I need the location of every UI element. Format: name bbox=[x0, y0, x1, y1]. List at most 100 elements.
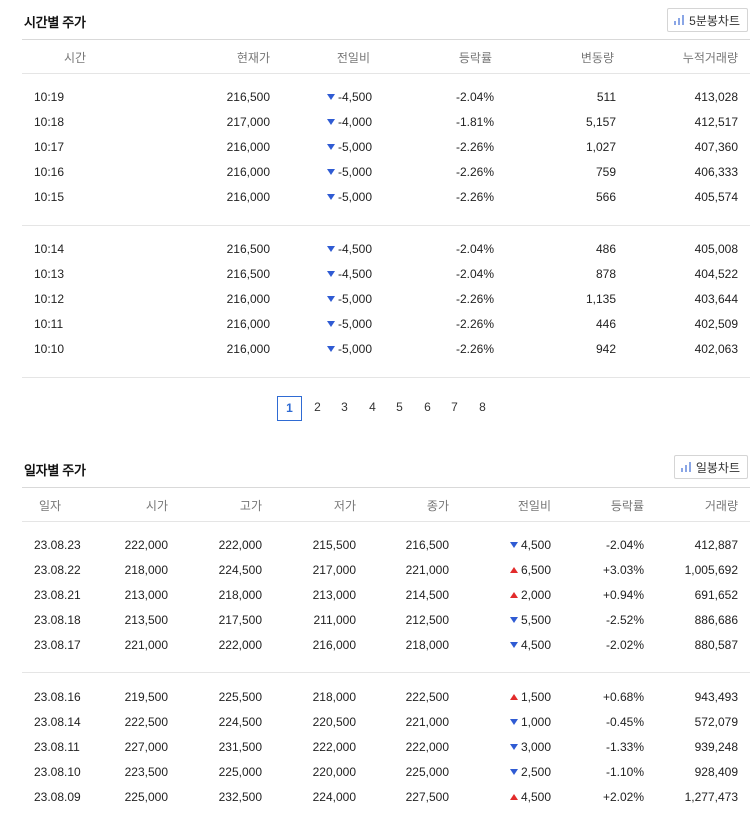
date-cell: 23.08.21 bbox=[34, 588, 81, 602]
cumulative-volume-cell: 405,574 bbox=[694, 190, 738, 204]
open-cell: 222,000 bbox=[124, 538, 168, 552]
change-cell: 6,500 bbox=[510, 563, 551, 577]
five-minute-chart-label: 5분봉차트 bbox=[689, 13, 740, 28]
cumulative-volume-cell: 405,008 bbox=[694, 242, 738, 256]
change-cell: 2,000 bbox=[510, 588, 551, 602]
cumulative-volume-cell: 412,517 bbox=[694, 115, 738, 129]
high-cell: 222,000 bbox=[218, 538, 262, 552]
open-cell: 221,000 bbox=[124, 638, 168, 652]
change-cell: 1,500 bbox=[510, 690, 551, 704]
high-cell: 218,000 bbox=[218, 588, 262, 602]
volume-cell: 880,587 bbox=[694, 638, 738, 652]
header-change: 전일비 bbox=[336, 51, 370, 65]
header-change-rate: 등락률 bbox=[458, 51, 492, 65]
cumulative-volume-cell: 407,360 bbox=[694, 140, 738, 154]
daily-chart-button[interactable]: 일봉차트 bbox=[673, 455, 748, 479]
current-price-cell: 216,000 bbox=[226, 140, 270, 154]
table-row: 23.08.09 225,000 232,500 224,000 227,500 4,50… bbox=[22, 785, 750, 810]
current-price-cell: 216,500 bbox=[226, 90, 270, 104]
change-cell: 5,500 bbox=[510, 613, 551, 627]
change-cell: -4,500 bbox=[327, 90, 372, 104]
change-rate-cell: +3.03% bbox=[602, 563, 644, 577]
header-cumulative-volume: 누적거래량 bbox=[682, 51, 738, 65]
table-row: 23.08.10 223,500 225,000 220,000 225,000 2,50… bbox=[22, 760, 750, 785]
current-price-cell: 216,500 bbox=[226, 242, 270, 256]
bar-chart-icon bbox=[680, 462, 691, 472]
change-rate-cell: +2.02% bbox=[602, 790, 644, 804]
volume-change-cell: 1,135 bbox=[585, 292, 616, 306]
high-cell: 225,000 bbox=[218, 765, 262, 779]
high-cell: 225,500 bbox=[218, 690, 262, 704]
current-price-cell: 216,000 bbox=[226, 317, 270, 331]
table-row: 23.08.18 213,500 217,500 211,000 212,500 5,50… bbox=[22, 608, 750, 633]
time-cell: 10:13 bbox=[34, 267, 65, 281]
current-price-cell: 216,000 bbox=[226, 165, 270, 179]
change-rate-cell: -2.52% bbox=[605, 613, 644, 627]
volume-change-cell: 1,027 bbox=[585, 140, 616, 154]
change-rate-cell: -2.04% bbox=[455, 90, 494, 104]
table-row: 23.08.21 213,000 218,000 213,000 214,500 2,00… bbox=[22, 583, 750, 608]
table-row: 10:13 216,500 -4,500 -2.04% 878 404,522 bbox=[22, 262, 750, 287]
page-link-7[interactable]: 7 bbox=[442, 396, 467, 421]
page-link-8[interactable]: 8 bbox=[470, 396, 495, 421]
header-date: 일자 bbox=[39, 499, 62, 513]
close-cell: 221,000 bbox=[405, 715, 449, 729]
five-minute-chart-button[interactable]: 5분봉차트 bbox=[667, 8, 748, 32]
header-change: 전일비 bbox=[517, 499, 551, 513]
change-cell: 2,500 bbox=[510, 765, 551, 779]
change-cell: 4,500 bbox=[510, 790, 551, 804]
header-time: 시간 bbox=[64, 51, 87, 65]
volume-cell: 939,248 bbox=[694, 740, 738, 754]
high-cell: 224,500 bbox=[218, 563, 262, 577]
change-rate-cell: +0.68% bbox=[602, 690, 644, 704]
daily-price-title: 일자별 주가 bbox=[24, 463, 86, 478]
page-link-3[interactable]: 3 bbox=[332, 396, 357, 421]
current-price-cell: 217,000 bbox=[226, 115, 270, 129]
change-rate-cell: -1.81% bbox=[455, 115, 494, 129]
low-cell: 222,000 bbox=[312, 740, 356, 754]
change-cell: 4,500 bbox=[510, 638, 551, 652]
daily-price-section: 일자별 주가 일봉차트 일자 시가 고가 저가 종가 전일비 등락률 거래량 23.08.23… bbox=[22, 452, 750, 815]
header-high: 고가 bbox=[239, 499, 262, 513]
volume-change-cell: 566 bbox=[595, 190, 616, 204]
current-price-cell: 216,000 bbox=[226, 190, 270, 204]
open-cell: 223,500 bbox=[124, 765, 168, 779]
time-cell: 10:18 bbox=[34, 115, 65, 129]
volume-change-cell: 446 bbox=[595, 317, 616, 331]
close-cell: 214,500 bbox=[405, 588, 449, 602]
open-cell: 222,500 bbox=[124, 715, 168, 729]
cumulative-volume-cell: 402,509 bbox=[694, 317, 738, 331]
page-link-6[interactable]: 6 bbox=[415, 396, 440, 421]
current-price-cell: 216,500 bbox=[226, 267, 270, 281]
page-link-5[interactable]: 5 bbox=[387, 396, 412, 421]
table-row: 23.08.14 222,500 224,500 220,500 221,000 1,00… bbox=[22, 710, 750, 735]
daily-chart-label: 일봉차트 bbox=[695, 460, 740, 475]
low-cell: 218,000 bbox=[312, 690, 356, 704]
change-cell: -4,500 bbox=[327, 267, 372, 281]
table-row: 10:14 216,500 -4,500 -2.04% 486 405,008 bbox=[22, 237, 750, 262]
cumulative-volume-cell: 406,333 bbox=[694, 165, 738, 179]
table-row: 23.08.22 218,000 224,500 217,000 221,000 6,50… bbox=[22, 558, 750, 583]
close-cell: 221,000 bbox=[405, 563, 449, 577]
volume-cell: 886,686 bbox=[694, 613, 738, 627]
header-close: 종가 bbox=[426, 499, 449, 513]
change-rate-cell: -1.33% bbox=[605, 740, 644, 754]
open-cell: 227,000 bbox=[124, 740, 168, 754]
header-current-price: 현재가 bbox=[236, 51, 270, 65]
page-link-4[interactable]: 4 bbox=[360, 396, 385, 421]
page-link-2[interactable]: 2 bbox=[305, 396, 330, 421]
volume-change-cell: 759 bbox=[595, 165, 616, 179]
header-volume: 거래량 bbox=[704, 499, 738, 513]
time-table-header: 시간 현재가 전일비 등락률 변동량 누적거래량 bbox=[22, 39, 750, 74]
table-row: 23.08.16 219,500 225,500 218,000 222,500 1,50… bbox=[22, 685, 750, 710]
cumulative-volume-cell: 413,028 bbox=[694, 90, 738, 104]
date-cell: 23.08.11 bbox=[34, 740, 80, 754]
change-rate-cell: -2.02% bbox=[605, 638, 644, 652]
time-cell: 10:14 bbox=[34, 242, 65, 256]
date-cell: 23.08.17 bbox=[34, 638, 81, 652]
time-cell: 10:16 bbox=[34, 165, 65, 179]
page-link-1[interactable]: 1 bbox=[277, 396, 302, 421]
change-rate-cell: -2.26% bbox=[455, 292, 494, 306]
volume-cell: 943,493 bbox=[694, 690, 738, 704]
group-divider bbox=[22, 225, 750, 226]
